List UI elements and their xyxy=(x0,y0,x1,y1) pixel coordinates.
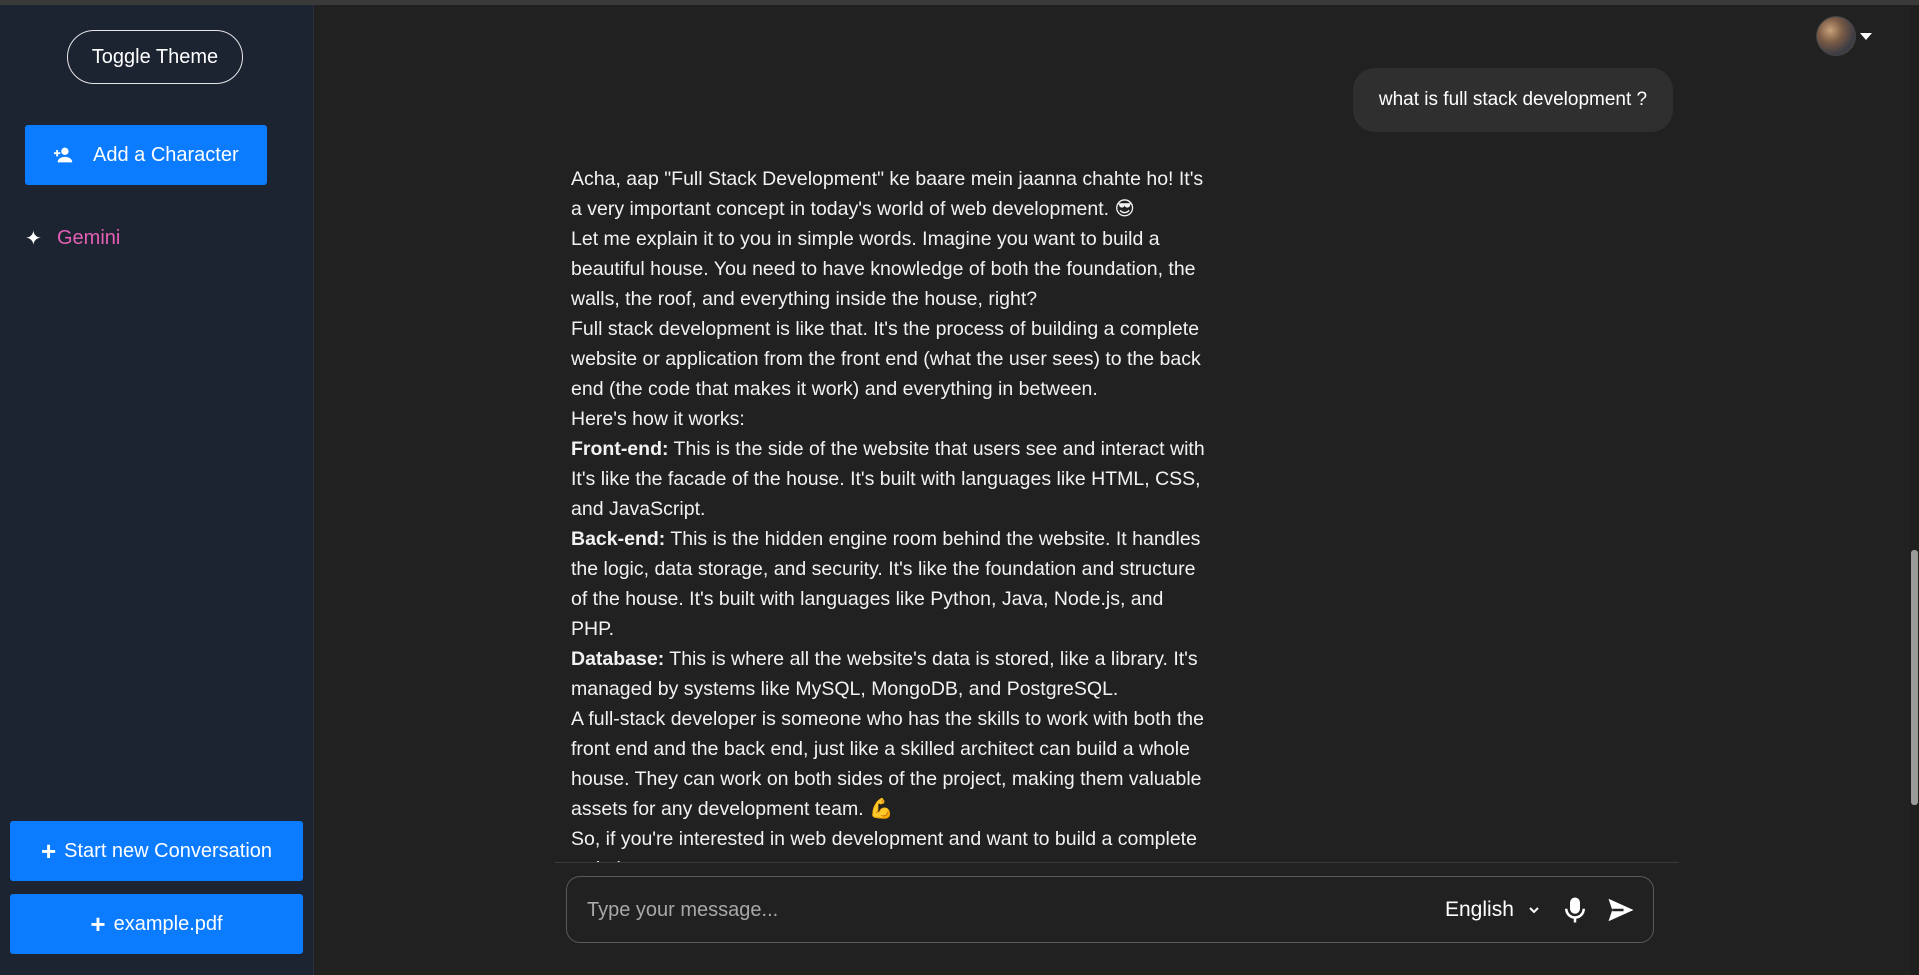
character-name: Gemini xyxy=(57,226,121,249)
add-character-label: Add a Character xyxy=(93,143,239,166)
bot-paragraph: Acha, aap "Full Stack Development" ke ba… xyxy=(571,168,1204,220)
microphone-icon[interactable] xyxy=(1560,894,1590,926)
message-composer: English xyxy=(566,876,1654,944)
user-message-text: what is full stack development ? xyxy=(1378,89,1648,110)
sidebar: Toggle Theme Add a Character ✦ Gemini + … xyxy=(0,5,314,975)
plus-icon: + xyxy=(40,836,57,866)
composer-divider xyxy=(555,862,1679,863)
user-avatar[interactable] xyxy=(1816,16,1856,56)
bot-paragraph: Database: This is where all the website'… xyxy=(571,648,1198,700)
chevron-down-icon xyxy=(1528,904,1540,916)
message-input[interactable] xyxy=(585,877,1369,944)
start-new-conversation-label: Start new Conversation xyxy=(64,839,273,862)
caret-down-icon[interactable] xyxy=(1860,32,1872,40)
toggle-theme-button[interactable]: Toggle Theme xyxy=(67,30,243,84)
upload-file-button[interactable]: + example.pdf xyxy=(10,894,303,954)
bot-paragraph: Let me explain it to you in simple words… xyxy=(571,228,1196,310)
bot-paragraph: Here's how it works: xyxy=(571,408,745,430)
add-user-icon xyxy=(53,144,75,166)
send-icon[interactable] xyxy=(1605,895,1637,925)
scrollbar-thumb[interactable] xyxy=(1911,550,1918,805)
user-menu[interactable] xyxy=(1816,16,1872,56)
bot-paragraph: Front-end: This is the side of the websi… xyxy=(571,438,1205,520)
add-character-button[interactable]: Add a Character xyxy=(25,125,267,185)
language-label: English xyxy=(1445,897,1514,921)
bot-paragraph: Back-end: This is the hidden engine room… xyxy=(571,528,1201,640)
language-select[interactable]: English xyxy=(1445,877,1540,942)
character-item-gemini[interactable]: ✦ Gemini xyxy=(25,220,120,256)
upload-file-label: example.pdf xyxy=(113,912,223,935)
user-message-bubble: what is full stack development ? xyxy=(1353,68,1673,132)
plus-icon: + xyxy=(90,909,106,939)
start-new-conversation-button[interactable]: + Start new Conversation xyxy=(10,821,303,881)
sparkle-icon: ✦ xyxy=(25,227,42,250)
bot-paragraph: A full-stack developer is someone who ha… xyxy=(571,708,1204,820)
bot-paragraph: Full stack development is like that. It'… xyxy=(571,318,1201,400)
bot-paragraph: So, if you're interested in web developm… xyxy=(571,828,1197,862)
bot-message: Acha, aap "Full Stack Development" ke ba… xyxy=(571,164,1205,862)
chat-messages-area[interactable]: Acha, aap "Full Stack Development" ke ba… xyxy=(555,160,1205,862)
scrollbar[interactable] xyxy=(1910,5,1919,975)
